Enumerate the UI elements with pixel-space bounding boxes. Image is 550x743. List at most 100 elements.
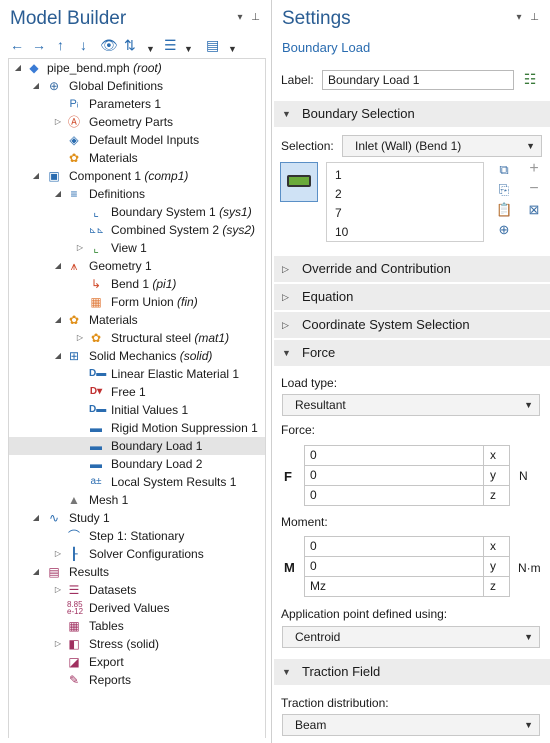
sort-dropdown-icon[interactable]: ▼ xyxy=(184,40,193,58)
move-up-icon[interactable]: ↑ xyxy=(57,36,64,54)
tree-item-definitions[interactable]: ◢ ≡ Definitions xyxy=(9,185,265,203)
tree-item-datasets[interactable]: ▷ ☰ Datasets xyxy=(9,581,265,599)
expand-icon[interactable]: ▷ xyxy=(53,635,63,653)
clipboard-icon[interactable]: 📋 xyxy=(496,202,512,218)
tree-item-study[interactable]: ◢ ∿ Study 1 xyxy=(9,509,265,527)
add-icon[interactable]: + xyxy=(526,160,542,178)
tree-item-derived-values[interactable]: 8.85 e-12 Derived Values xyxy=(9,599,265,617)
list-view-icon[interactable]: ▤ xyxy=(206,36,219,54)
tree-item-export[interactable]: ◪ Export xyxy=(9,653,265,671)
application-point-dropdown[interactable]: Centroid ▼ xyxy=(282,626,540,648)
tree-item-geometry-parts[interactable]: ▷ Ⓐ Geometry Parts xyxy=(9,113,265,131)
force-y-input[interactable]: 0 xyxy=(304,465,484,486)
tree-item-free[interactable]: D▾ Free 1 xyxy=(9,383,265,401)
clear-selection-icon[interactable]: ⊠ xyxy=(526,202,542,218)
collapse-icon[interactable]: ◢ xyxy=(53,257,63,275)
label-input[interactable]: Boundary Load 1 xyxy=(322,70,514,90)
selection-list-item[interactable]: 7 xyxy=(335,206,342,220)
section-equation[interactable]: ▷ Equation xyxy=(274,284,550,310)
expand-icon[interactable]: ▷ xyxy=(53,113,63,131)
tree-item-stress-plot[interactable]: ▷ ◧ Stress (solid) xyxy=(9,635,265,653)
section-boundary-selection[interactable]: ▼ Boundary Selection xyxy=(274,101,550,127)
back-arrow-icon[interactable]: ← xyxy=(10,36,24,54)
tree-item-results[interactable]: ◢ ▤ Results xyxy=(9,563,265,581)
tree-item-solid-mechanics[interactable]: ◢ ⊞ Solid Mechanics (solid) xyxy=(9,347,265,365)
solid-mechanics-icon: ⊞ xyxy=(68,349,80,363)
collapse-icon[interactable]: ◢ xyxy=(31,77,41,95)
load-type-dropdown[interactable]: Resultant ▼ xyxy=(282,394,540,416)
tree-item-component-materials[interactable]: ◢ ✿ Materials xyxy=(9,311,265,329)
tree-item-label: Reports xyxy=(89,673,132,687)
selection-dropdown[interactable]: Inlet (Wall) (Bend 1) ▼ xyxy=(342,135,542,157)
tree-item-bend[interactable]: ↳ Bend 1 (pi1) xyxy=(9,275,265,293)
axis-y-label: y xyxy=(484,556,510,577)
moment-z-input[interactable]: Mz xyxy=(304,576,484,597)
list-view-dropdown-icon[interactable]: ▼ xyxy=(228,40,237,58)
selection-list-item[interactable]: 1 xyxy=(335,168,342,182)
moment-x-input[interactable]: 0 xyxy=(304,536,484,557)
tree-item-geometry[interactable]: ◢ ⩚ Geometry 1 xyxy=(9,257,265,275)
expand-icon[interactable]: ▷ xyxy=(53,581,63,599)
tree-item-boundary-load-2[interactable]: ▬ Boundary Load 2 xyxy=(9,455,265,473)
tree-item-mesh[interactable]: ▲ Mesh 1 xyxy=(9,491,265,509)
tree-item-view[interactable]: ▷ ⌞ View 1 xyxy=(9,239,265,257)
selection-list-item[interactable]: 10 xyxy=(335,225,348,239)
collapse-icon[interactable]: ◢ xyxy=(31,509,41,527)
tree-item-global-materials[interactable]: ✿ Materials xyxy=(9,149,265,167)
tree-item-local-system-results[interactable]: a± Local System Results 1 xyxy=(9,473,265,491)
tree-item-step-stationary[interactable]: ⌒ Step 1: Stationary xyxy=(9,527,265,545)
zoom-selection-icon[interactable]: ⊕ xyxy=(496,222,512,238)
tree-item-rigid-motion[interactable]: ▬ Rigid Motion Suppression 1 xyxy=(9,419,265,437)
tree-item-initial-values[interactable]: D▬ Initial Values 1 xyxy=(9,401,265,419)
tree-item-boundary-load-1[interactable]: ▬ Boundary Load 1 xyxy=(9,437,265,455)
expand-tree-icon[interactable]: ⇅ xyxy=(124,36,136,54)
tree-item-default-model-inputs[interactable]: ◈ Default Model Inputs xyxy=(9,131,265,149)
panel-window-controls[interactable]: ▾ ⊥ xyxy=(237,12,263,23)
tree-item-combined-system[interactable]: ⊾⊾ Combined System 2 (sys2) xyxy=(9,221,265,239)
expand-icon[interactable]: ▷ xyxy=(53,545,63,563)
forward-arrow-icon[interactable]: → xyxy=(32,36,46,54)
solver-icon: ┠ xyxy=(70,547,78,561)
globe-icon: ⊕ xyxy=(48,79,60,93)
expand-dropdown-icon[interactable]: ▼ xyxy=(146,40,155,58)
label-notes-icon[interactable]: ☷ xyxy=(522,71,538,88)
selection-list-item[interactable]: 2 xyxy=(335,187,342,201)
collapse-icon[interactable]: ◢ xyxy=(53,311,63,329)
collapse-icon[interactable]: ◢ xyxy=(53,347,63,365)
section-traction-field[interactable]: ▼ Traction Field xyxy=(274,659,550,685)
moment-y-input[interactable]: 0 xyxy=(304,556,484,577)
collapse-icon: ▼ xyxy=(282,109,291,119)
tree-item-linear-elastic[interactable]: D▬ Linear Elastic Material 1 xyxy=(9,365,265,383)
collapse-icon[interactable]: ◢ xyxy=(13,59,23,77)
tree-item-parameters[interactable]: Pᵢ Parameters 1 xyxy=(9,95,265,113)
tree-item-global-definitions[interactable]: ◢ ⊕ Global Definitions xyxy=(9,77,265,95)
traction-distribution-dropdown[interactable]: Beam ▼ xyxy=(282,714,540,736)
tree-item-reports[interactable]: ✎ Reports xyxy=(9,671,265,689)
show-icon[interactable]: 👁 xyxy=(100,36,118,54)
tree-item-tables[interactable]: ▦ Tables xyxy=(9,617,265,635)
collapse-icon[interactable]: ◢ xyxy=(53,185,63,203)
remove-icon[interactable]: − xyxy=(526,180,542,198)
tree-item-structural-steel[interactable]: ▷ ✿ Structural steel (mat1) xyxy=(9,329,265,347)
collapse-icon[interactable]: ◢ xyxy=(31,167,41,185)
collapse-icon[interactable]: ◢ xyxy=(31,563,41,581)
force-x-input[interactable]: 0 xyxy=(304,445,484,466)
section-override-contribution[interactable]: ▷ Override and Contribution xyxy=(274,256,550,282)
tree-item-solver-configurations[interactable]: ▷ ┠ Solver Configurations xyxy=(9,545,265,563)
paste-selection-icon[interactable]: ⧉ xyxy=(496,162,512,178)
tree-item-form-union[interactable]: ▦ Form Union (fin) xyxy=(9,293,265,311)
panel-window-controls[interactable]: ▾ ⊥ xyxy=(516,12,542,23)
copy-selection-icon[interactable]: ⎘ xyxy=(496,182,512,198)
force-z-input[interactable]: 0 xyxy=(304,485,484,506)
tree-item-component[interactable]: ◢ ▣ Component 1 (comp1) xyxy=(9,167,265,185)
selection-list[interactable]: 1 2 7 10 xyxy=(326,162,484,242)
tree-item-boundary-system[interactable]: ⌞ Boundary System 1 (sys1) xyxy=(9,203,265,221)
section-coordinate-system[interactable]: ▷ Coordinate System Selection xyxy=(274,312,550,338)
expand-icon[interactable]: ▷ xyxy=(75,329,85,347)
section-force[interactable]: ▼ Force xyxy=(274,340,550,366)
sort-icon[interactable]: ☰ xyxy=(164,36,177,54)
expand-icon[interactable]: ▷ xyxy=(75,239,85,257)
tree-item-root[interactable]: ◢ ◆ pipe_bend.mph (root) xyxy=(9,59,265,77)
active-selection-toggle[interactable] xyxy=(280,162,318,202)
move-down-icon[interactable]: ↓ xyxy=(80,36,87,54)
